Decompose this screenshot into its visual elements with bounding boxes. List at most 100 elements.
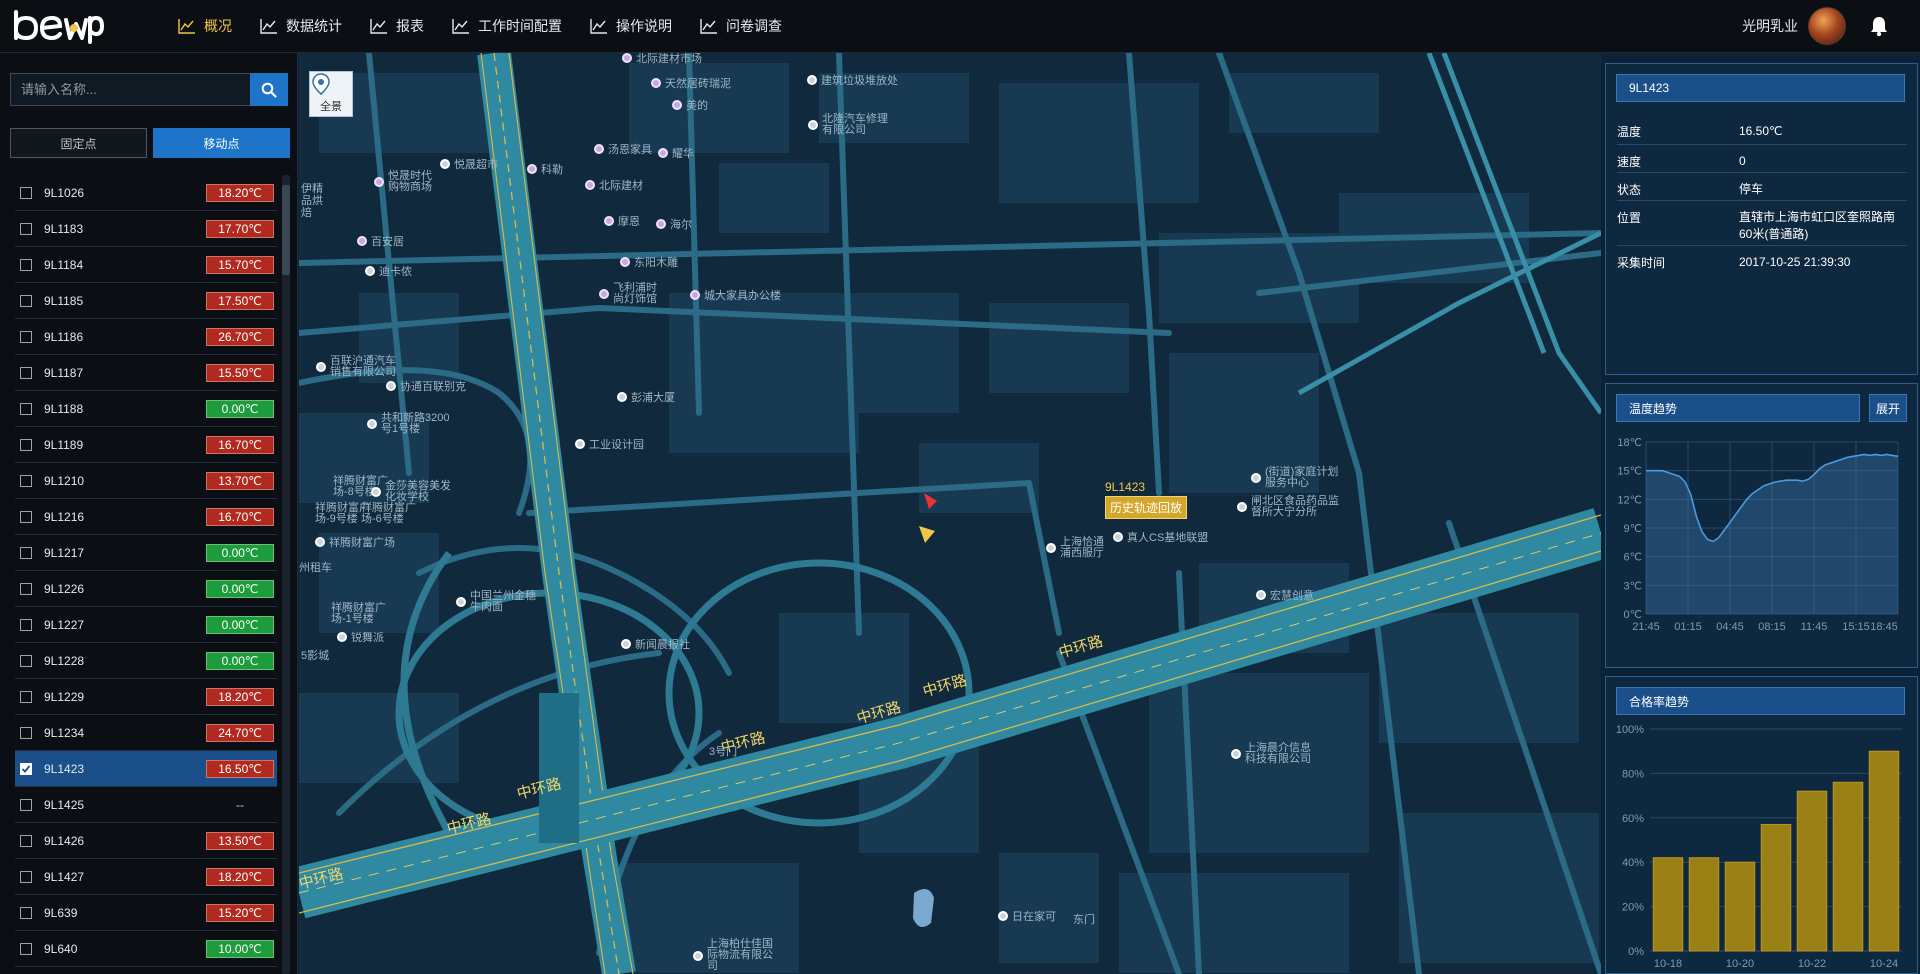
device-row[interactable]: 9L1210 13.70℃: [15, 463, 277, 499]
map-poi[interactable]: 工业设计园: [575, 436, 644, 452]
bell-icon[interactable]: [1868, 15, 1890, 37]
expand-button[interactable]: 展开: [1869, 394, 1907, 422]
nav-instructions[interactable]: 操作说明: [576, 0, 686, 53]
nav-survey[interactable]: 问卷调查: [686, 0, 796, 53]
device-row[interactable]: 9L1229 18.20℃: [15, 679, 277, 715]
nav-work-time[interactable]: 工作时间配置: [438, 0, 576, 53]
map-poi[interactable]: 共和新路3200号1号楼: [367, 413, 451, 435]
map-poi[interactable]: 悦晟超市: [440, 156, 498, 172]
device-row[interactable]: 9L1026 18.20℃: [15, 175, 277, 211]
device-row[interactable]: 9L1423 16.50℃: [15, 751, 277, 787]
panorama-button[interactable]: 全景: [309, 71, 353, 117]
device-checkbox[interactable]: [20, 294, 32, 307]
map-poi[interactable]: 上海柏仕佳国际物流有限公司: [693, 939, 773, 972]
device-checkbox[interactable]: [20, 258, 32, 271]
device-row[interactable]: 9L1234 24.70℃: [15, 715, 277, 751]
device-row[interactable]: 9L1227 0.00℃: [15, 607, 277, 643]
map-poi[interactable]: (街道)家庭计划服务中心: [1251, 467, 1343, 489]
device-row[interactable]: 9L1185 17.50℃: [15, 283, 277, 319]
device-checkbox[interactable]: [20, 942, 32, 955]
device-checkbox[interactable]: [20, 690, 32, 703]
device-row[interactable]: 9L1217 0.00℃: [15, 535, 277, 571]
map-poi[interactable]: 悦晟时代购物商场: [374, 171, 434, 193]
map-poi[interactable]: 闸北区食品药品监督所大宁分所: [1237, 496, 1345, 518]
device-row[interactable]: 9L1187 15.50℃: [15, 355, 277, 391]
device-checkbox[interactable]: [20, 546, 32, 559]
nav-statistics[interactable]: 数据统计: [246, 0, 356, 53]
device-checkbox[interactable]: [20, 654, 32, 667]
map-poi[interactable]: 北际建材市场: [622, 53, 702, 66]
map-poi[interactable]: 上海恰通浦西服厅: [1046, 537, 1106, 559]
map-poi[interactable]: 北际建材: [585, 177, 643, 193]
map-poi[interactable]: 城大家具办公楼: [690, 287, 781, 303]
history-playback-button[interactable]: 历史轨迹回放: [1105, 496, 1188, 519]
map-poi[interactable]: 汤恩家具: [594, 141, 652, 157]
avatar[interactable]: [1808, 7, 1846, 45]
map-poi[interactable]: 中国兰州金穗牛肉面: [456, 591, 536, 613]
map-poi[interactable]: 天然居砖瑞泥: [651, 75, 731, 91]
map-poi[interactable]: 上海晨介信息科技有限公司: [1231, 743, 1311, 765]
map-view[interactable]: 全景 中环路 中环路 中环路 中环路 中环路 中环路 中环路 北际建材市场 天然…: [299, 53, 1601, 974]
nav-overview[interactable]: 概况: [164, 0, 246, 53]
map-poi[interactable]: 日在家可: [998, 908, 1056, 924]
device-checkbox[interactable]: [20, 906, 32, 919]
map-poi[interactable]: 百联沪通汽车销售有限公司: [316, 356, 406, 378]
device-checkbox[interactable]: [20, 870, 32, 883]
device-row[interactable]: 9L1426 13.50℃: [15, 823, 277, 859]
tab-fixed-points[interactable]: 固定点: [10, 128, 147, 158]
device-checkbox[interactable]: [20, 330, 32, 343]
device-temperature-badge: 16.50℃: [206, 759, 274, 778]
device-checkbox[interactable]: [20, 222, 32, 235]
device-row[interactable]: 9L1425 --: [15, 787, 277, 823]
device-checkbox[interactable]: [20, 618, 32, 631]
search-button[interactable]: [250, 73, 288, 106]
device-checkbox[interactable]: [20, 510, 32, 523]
device-row[interactable]: 9L639 15.20℃: [15, 895, 277, 931]
device-checkbox[interactable]: [20, 798, 32, 811]
map-poi[interactable]: 祥腾财富广场: [315, 534, 395, 550]
map-poi[interactable]: 宏慧创意: [1256, 587, 1314, 603]
map-poi[interactable]: 金莎美容美发化妆学校: [371, 481, 451, 503]
device-checkbox[interactable]: [20, 402, 32, 415]
device-checkbox[interactable]: [20, 366, 32, 379]
map-poi[interactable]: 迪卡侬: [365, 263, 412, 279]
device-checkbox[interactable]: [20, 582, 32, 595]
map-poi[interactable]: 美的: [672, 97, 708, 113]
brand-logo[interactable]: [0, 0, 160, 53]
map-poi[interactable]: 建筑垃圾堆放处: [807, 72, 898, 88]
map-poi[interactable]: 海尔: [656, 216, 692, 232]
map-poi[interactable]: 科勒: [527, 161, 563, 177]
device-row[interactable]: 9L1427 18.20℃: [15, 859, 277, 895]
map-poi[interactable]: 摩恩: [604, 213, 640, 229]
map-poi[interactable]: 北隆汽车修理有限公司: [808, 114, 898, 136]
map-poi[interactable]: 耀华: [658, 145, 694, 161]
device-row[interactable]: 9L1186 26.70℃: [15, 319, 277, 355]
scrollbar-thumb[interactable]: [282, 185, 290, 275]
nav-reports[interactable]: 报表: [356, 0, 438, 53]
device-row[interactable]: 9L1216 16.70℃: [15, 499, 277, 535]
map-poi[interactable]: 百安居: [357, 233, 404, 249]
map-poi[interactable]: 锐舞派: [337, 629, 384, 645]
device-row[interactable]: 9L640 10.00℃: [15, 931, 277, 967]
tab-mobile-points[interactable]: 移动点: [153, 128, 290, 158]
map-poi[interactable]: 彭浦大厦: [617, 389, 675, 405]
device-checkbox[interactable]: [20, 186, 32, 199]
device-row[interactable]: 9L1226 0.00℃: [15, 571, 277, 607]
device-checkbox[interactable]: [20, 762, 32, 775]
device-checkbox[interactable]: [20, 474, 32, 487]
map-poi[interactable]: 东阳木雕: [620, 254, 678, 270]
map-poi[interactable]: 新闻晨报社: [621, 636, 690, 652]
device-checkbox[interactable]: [20, 726, 32, 739]
device-row[interactable]: 9L1184 15.70℃: [15, 247, 277, 283]
device-list-scrollbar[interactable]: [282, 175, 290, 974]
map-poi[interactable]: 飞利浦时尚灯饰馆: [599, 283, 665, 305]
search-input[interactable]: [10, 73, 250, 106]
device-checkbox[interactable]: [20, 438, 32, 451]
map-poi[interactable]: 真人CS基地联盟: [1113, 529, 1208, 545]
device-row[interactable]: 9L1228 0.00℃: [15, 643, 277, 679]
device-row[interactable]: 9L1189 16.70℃: [15, 427, 277, 463]
device-row[interactable]: 9L1188 0.00℃: [15, 391, 277, 427]
map-poi[interactable]: 协通百联别克: [386, 378, 466, 394]
device-row[interactable]: 9L1183 17.70℃: [15, 211, 277, 247]
device-checkbox[interactable]: [20, 834, 32, 847]
